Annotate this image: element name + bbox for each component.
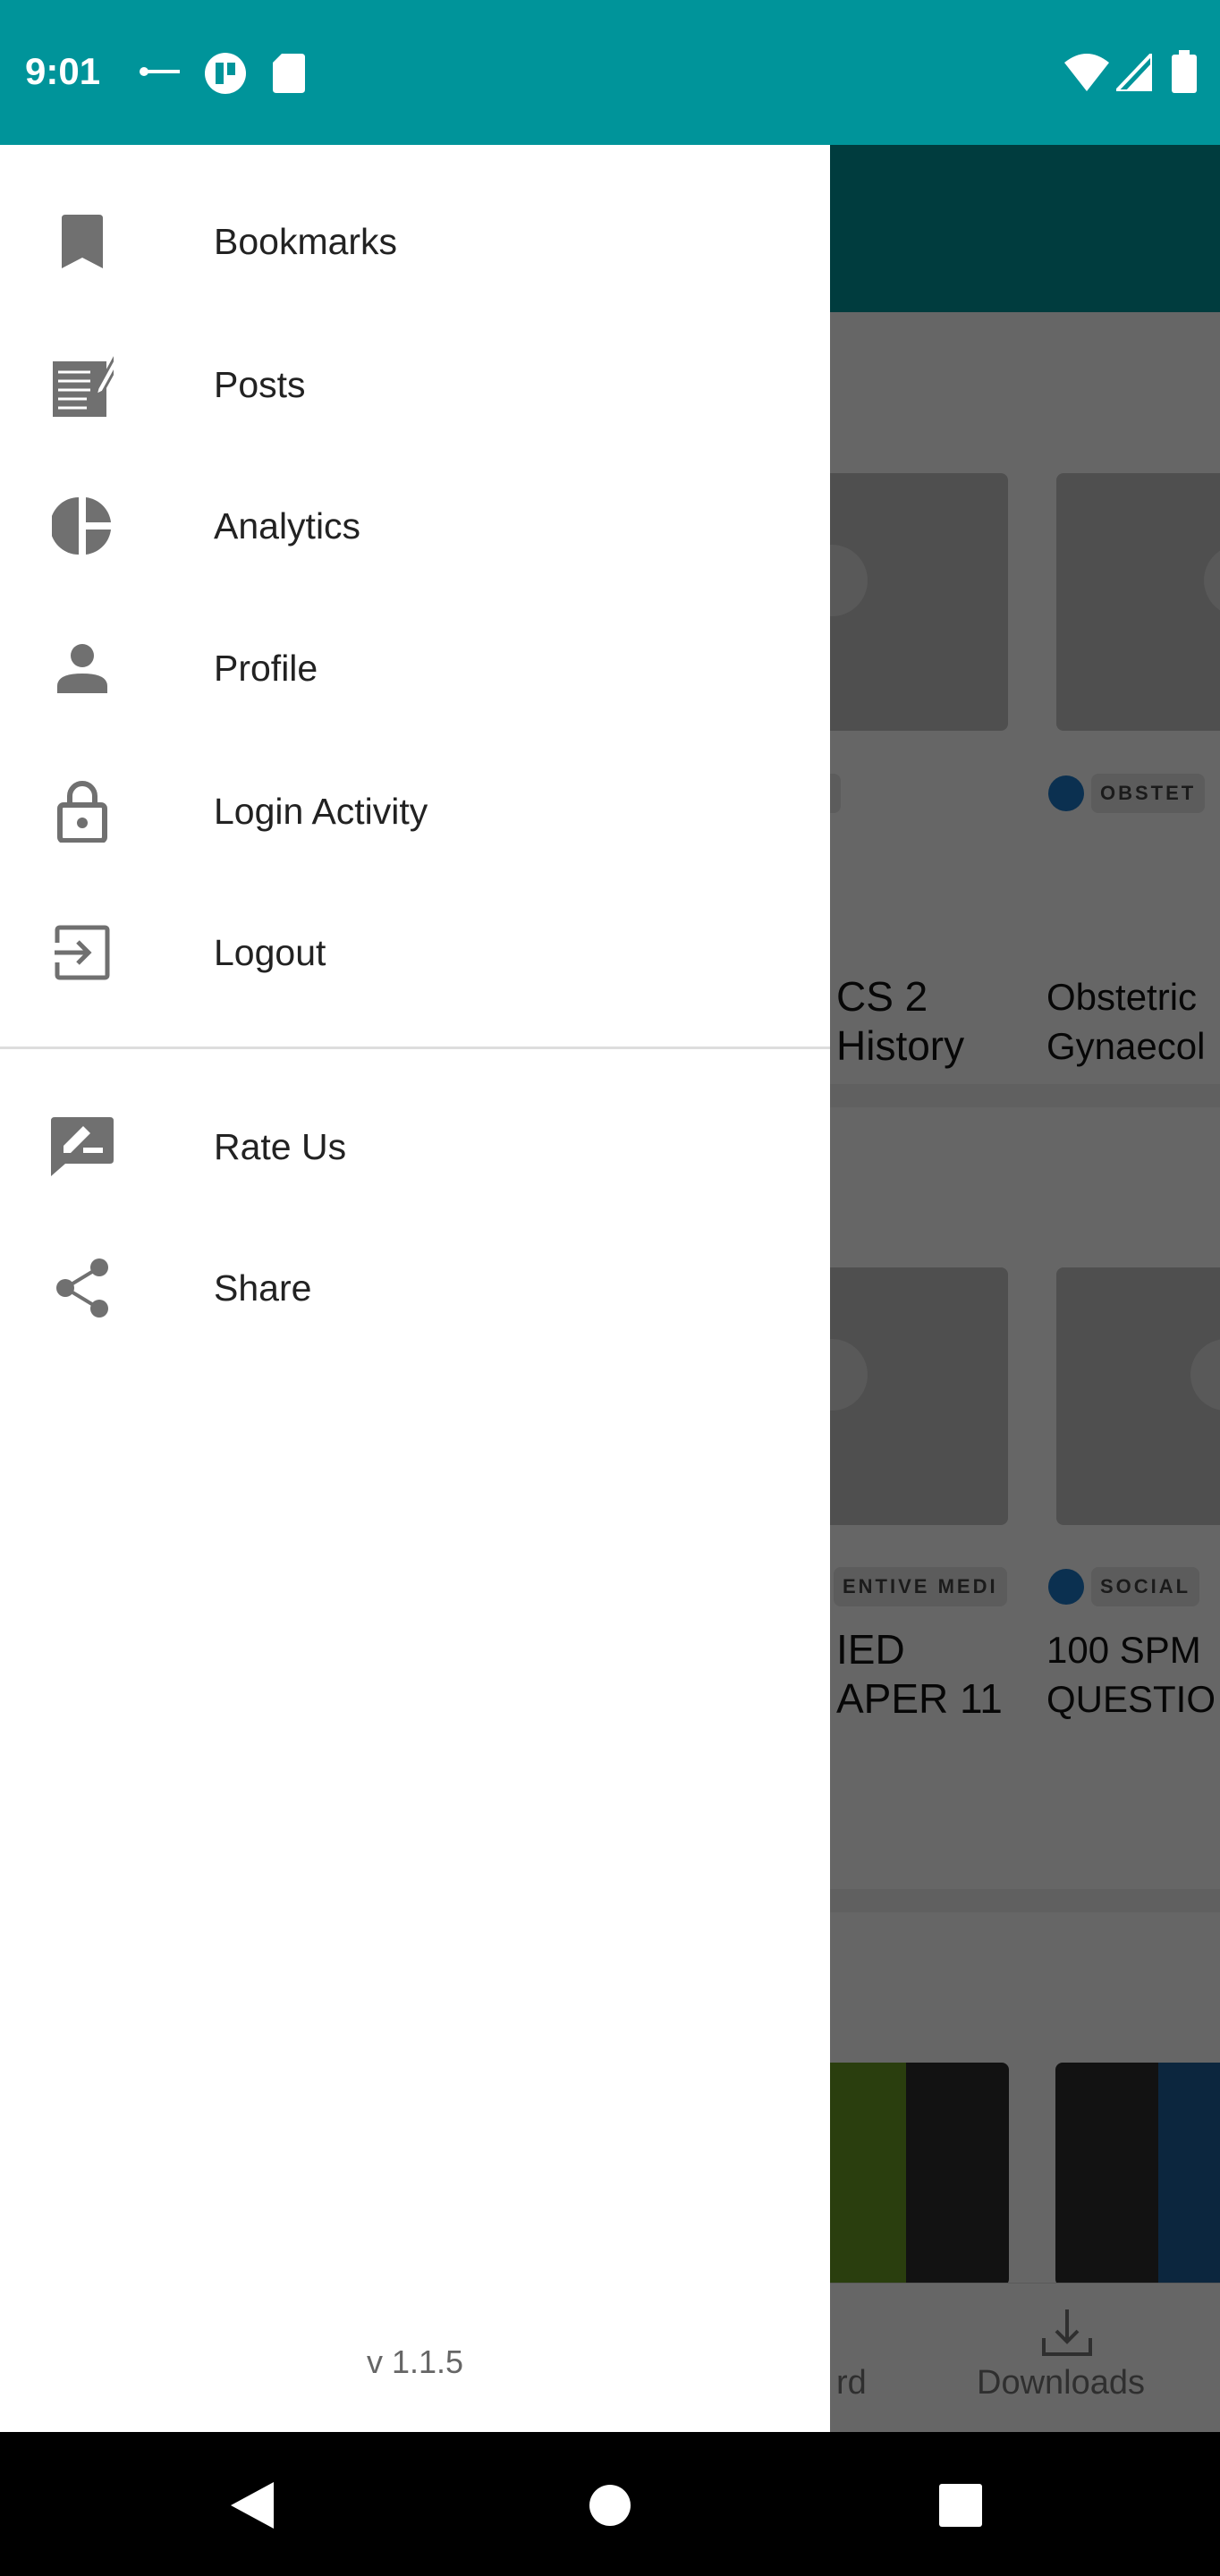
drawer-item-label: Posts xyxy=(214,363,306,405)
card-image[interactable] xyxy=(1056,1267,1220,1525)
drawer-item-bookmarks[interactable]: Bookmarks xyxy=(0,174,830,309)
card-title[interactable]: Obstetric Gynaecol xyxy=(1046,972,1205,1071)
person-icon xyxy=(51,637,114,699)
drawer-item-login-activity[interactable]: Login Activity xyxy=(0,744,830,878)
status-time: 9:01 xyxy=(25,50,101,92)
bookmark-icon xyxy=(51,210,114,273)
card-title[interactable]: 100 SPM QUESTIO xyxy=(1046,1625,1216,1724)
drawer-item-label: Share xyxy=(214,1267,312,1309)
system-nav-bar xyxy=(0,2432,1220,2576)
sd-card-icon xyxy=(273,54,305,93)
drawer-item-rate-us[interactable]: Rate Us xyxy=(0,1080,830,1214)
app-icon xyxy=(205,53,246,94)
card-title[interactable]: IED APER 11 xyxy=(836,1625,1003,1724)
battery-icon xyxy=(1172,50,1197,93)
status-bar: 9:01 xyxy=(0,0,1220,145)
drawer-item-logout[interactable]: Logout xyxy=(0,886,830,1020)
nav-label-downloads[interactable]: Downloads xyxy=(977,2364,1145,2402)
home-button-icon[interactable] xyxy=(589,2484,631,2527)
app-version: v 1.1.5 xyxy=(366,2343,464,2380)
drawer-item-posts[interactable]: Posts xyxy=(0,318,830,452)
nav-label[interactable]: rd xyxy=(836,2364,867,2402)
download-icon[interactable] xyxy=(1040,2306,1094,2360)
drawer-item-label: Logout xyxy=(214,931,326,973)
drawer-divider xyxy=(0,1046,830,1049)
pen-badge-icon xyxy=(1048,1569,1084,1605)
rate-icon xyxy=(51,1115,114,1178)
drawer-item-share[interactable]: Share xyxy=(0,1221,830,1355)
recents-button-icon[interactable] xyxy=(939,2484,982,2527)
drawer-item-profile[interactable]: Profile xyxy=(0,601,830,735)
card-image[interactable] xyxy=(1055,2063,1220,2286)
card-tag: ENTIVE MEDI xyxy=(834,1567,1007,1606)
card-tag: SOCIAL xyxy=(1091,1567,1200,1606)
card-tag: OBSTET xyxy=(1091,774,1206,813)
drawer-item-label: Profile xyxy=(214,647,318,689)
lock-icon xyxy=(51,780,114,843)
navigation-drawer: Bookmarks Posts Analytics Profile Login … xyxy=(0,145,830,2432)
drawer-item-label: Rate Us xyxy=(214,1125,347,1167)
drawer-item-label: Bookmarks xyxy=(214,220,398,262)
drawer-item-label: Login Activity xyxy=(214,790,428,832)
back-button-icon[interactable] xyxy=(231,2482,274,2529)
wifi-icon xyxy=(1064,54,1109,91)
logout-icon xyxy=(51,921,114,984)
key-icon xyxy=(140,67,180,76)
pen-badge-icon xyxy=(1048,775,1084,811)
card-image[interactable] xyxy=(1056,473,1220,731)
pie-chart-icon xyxy=(51,495,114,557)
signal-icon xyxy=(1116,54,1152,91)
drawer-item-label: Analytics xyxy=(214,504,361,547)
share-icon xyxy=(51,1257,114,1319)
posts-icon xyxy=(51,353,114,417)
card-title[interactable]: CS 2 History xyxy=(836,972,964,1071)
drawer-item-analytics[interactable]: Analytics xyxy=(0,459,830,593)
